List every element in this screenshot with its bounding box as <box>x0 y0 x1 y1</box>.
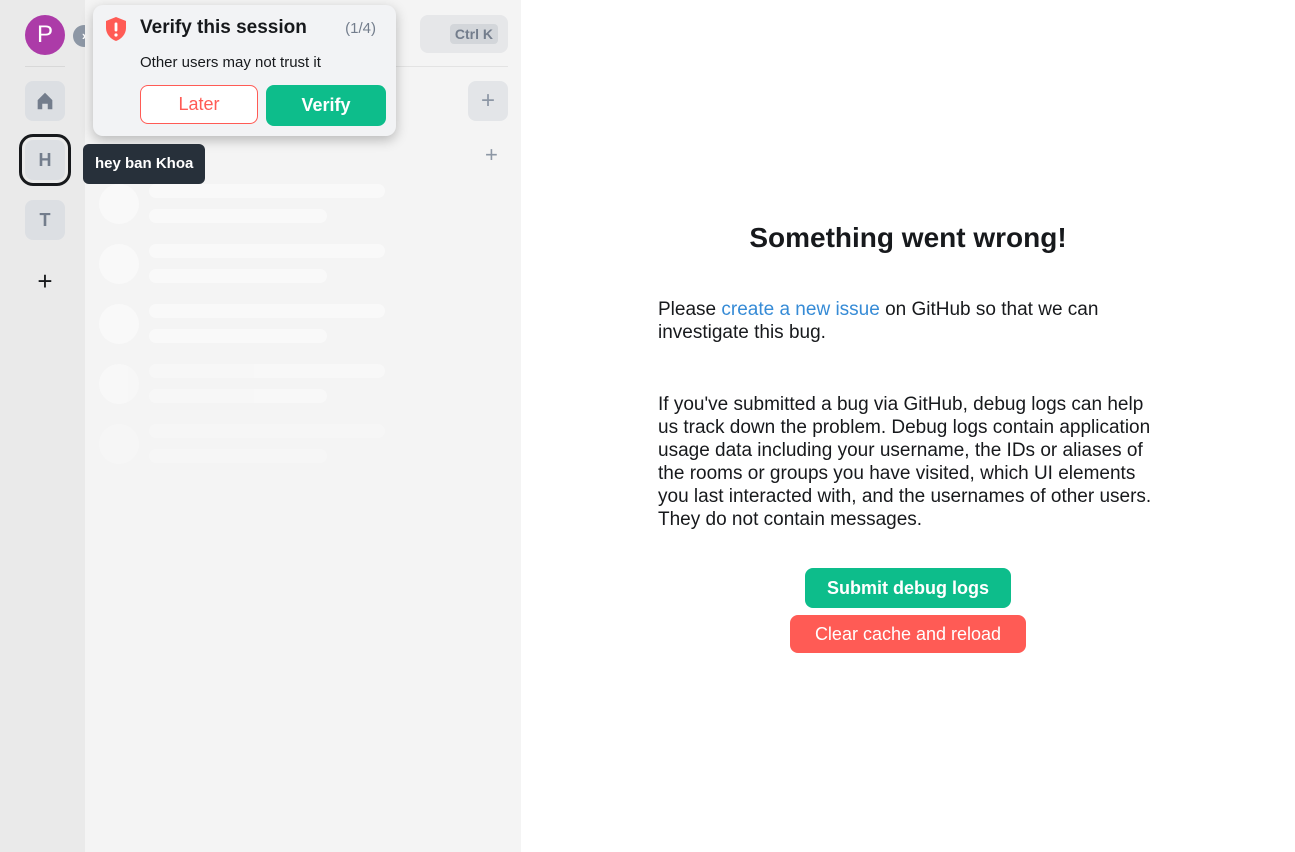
search-button[interactable]: Ctrl K <box>420 15 508 53</box>
plus-icon: + <box>37 266 53 296</box>
skeleton-line <box>149 389 327 403</box>
room-skeleton <box>99 364 389 404</box>
toast-title: Verify this session <box>140 17 307 38</box>
error-paragraph-report: Please create a new issue on GitHub so t… <box>658 298 1158 344</box>
skeleton-line <box>149 424 385 438</box>
skeleton-avatar <box>99 304 139 344</box>
space-tooltip: hey ban Khoa <box>83 144 206 184</box>
skeleton-line <box>149 184 385 198</box>
home-space-button[interactable] <box>25 81 65 121</box>
space-bar: P › H T + <box>0 0 95 852</box>
toast-description: Other users may not trust it <box>140 54 321 71</box>
plus-icon: + <box>485 142 498 167</box>
error-panel: Something went wrong! Please create a ne… <box>658 222 1158 580</box>
skeleton-line <box>149 269 327 283</box>
explore-rooms-button[interactable]: + <box>468 81 508 121</box>
clear-cache-reload-button[interactable]: Clear cache and reload <box>790 615 1026 653</box>
skeleton-line <box>149 244 385 258</box>
create-issue-link[interactable]: create a new issue <box>721 299 879 320</box>
home-icon <box>37 92 53 110</box>
toast-counter: (1/4) <box>345 20 376 37</box>
space-divider <box>25 66 65 67</box>
create-space-button[interactable]: + <box>25 261 65 301</box>
later-button[interactable]: Later <box>140 85 258 124</box>
skeleton-avatar <box>99 184 139 224</box>
submit-debug-logs-button[interactable]: Submit debug logs <box>805 568 1011 608</box>
room-skeleton <box>99 184 389 224</box>
room-skeleton <box>99 244 389 284</box>
room-skeleton <box>99 424 389 464</box>
skeleton-avatar <box>99 424 139 464</box>
shield-alert-icon <box>106 17 126 41</box>
skeleton-line <box>149 449 327 463</box>
skeleton-line <box>149 329 327 343</box>
skeleton-line <box>149 304 385 318</box>
user-avatar[interactable]: P <box>25 15 65 55</box>
room-skeleton <box>99 304 389 344</box>
verify-session-toast: Verify this session (1/4) Other users ma… <box>93 5 396 136</box>
verify-button[interactable]: Verify <box>266 85 386 126</box>
plus-icon: + <box>480 87 495 114</box>
skeleton-avatar <box>99 364 139 404</box>
skeleton-line <box>149 364 385 378</box>
para-prefix: Please <box>658 299 722 320</box>
add-room-button[interactable]: + <box>485 142 498 168</box>
skeleton-avatar <box>99 244 139 284</box>
skeleton-line <box>149 209 327 223</box>
search-shortcut-badge: Ctrl K <box>449 24 498 44</box>
space-avatar-h[interactable]: H <box>19 134 71 186</box>
error-title: Something went wrong! <box>749 222 1067 253</box>
space-avatar-t[interactable]: T <box>25 200 65 240</box>
error-paragraph-debug-logs: If you've submitted a bug via GitHub, de… <box>658 394 1152 530</box>
